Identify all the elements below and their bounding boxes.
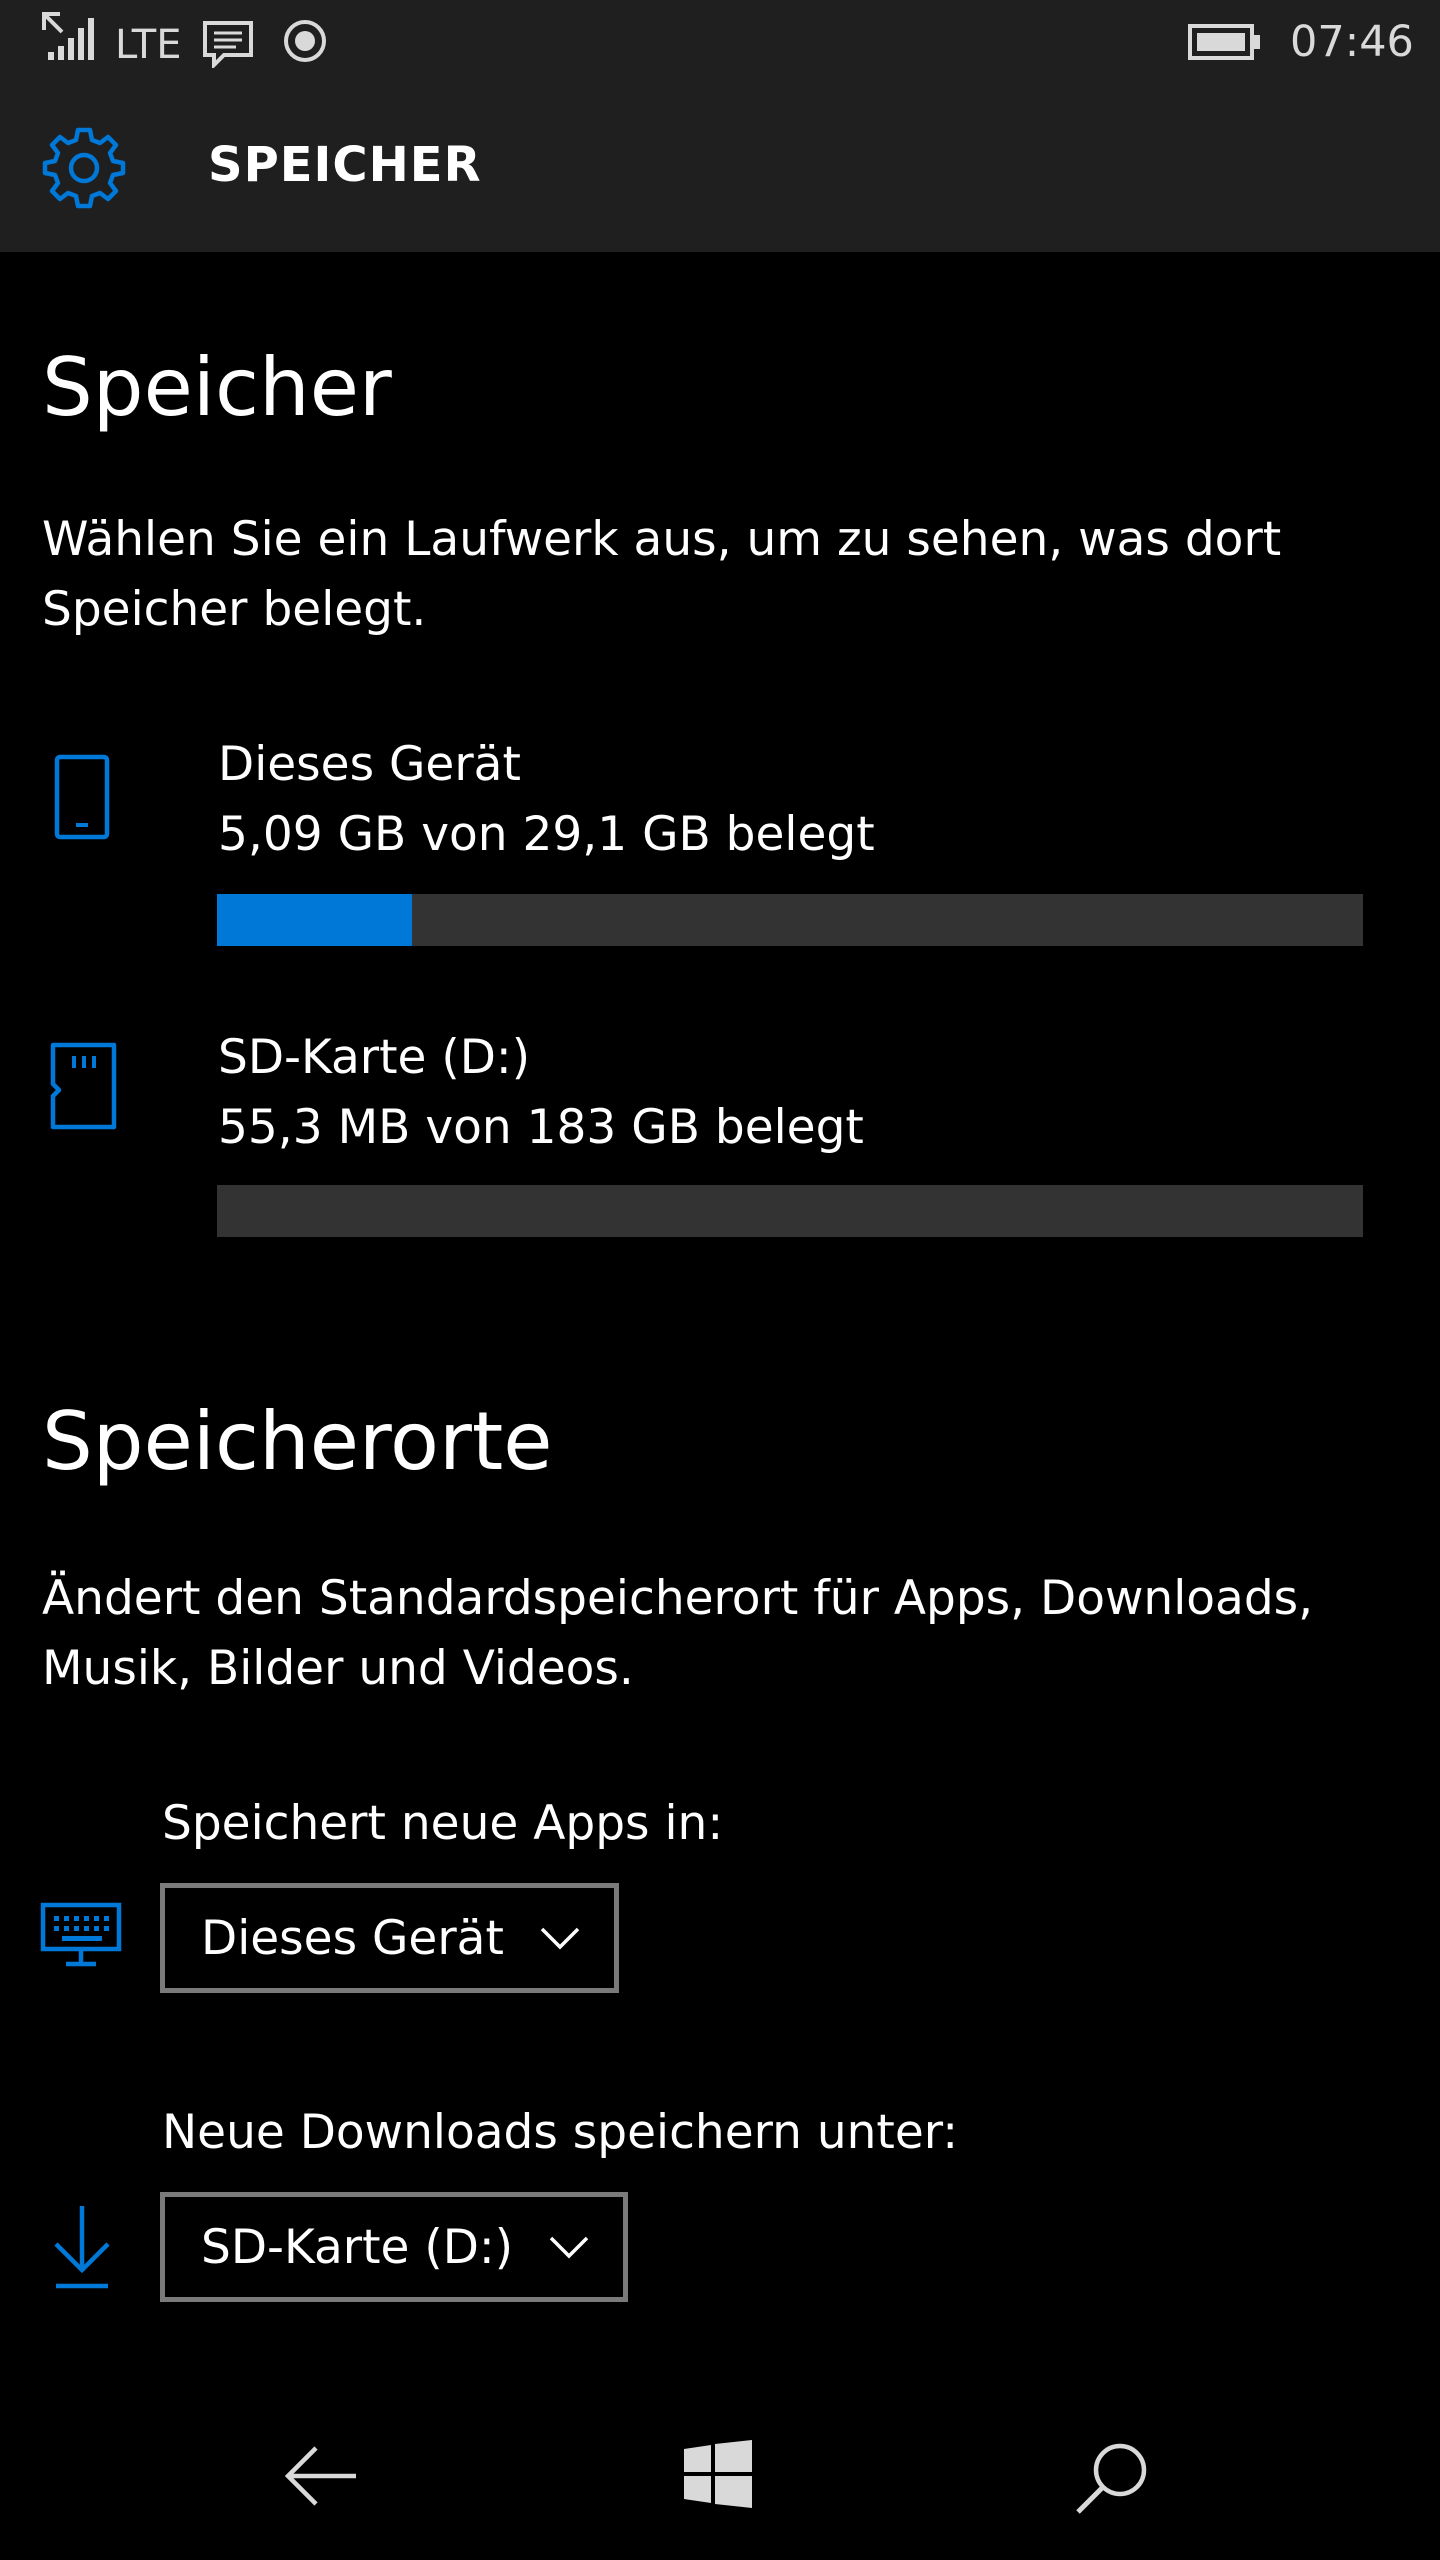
windows-icon[interactable]	[684, 2440, 752, 2508]
drive-item-sd-card[interactable]: SD-Karte (D:) 55,3 MB von 183 GB belegt	[30, 1020, 1410, 1250]
clock: 07:46	[1290, 17, 1414, 67]
app-header: SPEICHER	[0, 84, 1440, 252]
usage-bar	[217, 894, 1363, 946]
drive-name: SD-Karte (D:)	[218, 1030, 531, 1085]
drive-usage: 55,3 MB von 183 GB belegt	[218, 1100, 864, 1155]
locations-section-title: Speicherorte	[42, 1395, 553, 1488]
new-apps-location-label: Speichert neue Apps in:	[162, 1796, 724, 1851]
monitor-keyboard-icon	[40, 1902, 124, 1968]
new-apps-location-dropdown[interactable]: Dieses Gerät	[160, 1883, 619, 1993]
usage-bar	[217, 1185, 1363, 1237]
sd-card-icon	[50, 1042, 120, 1130]
chevron-down-icon	[540, 1926, 580, 1950]
back-arrow-icon[interactable]	[284, 2444, 360, 2508]
storage-description: Wählen Sie ein Laufwerk aus, um zu sehen…	[42, 512, 1282, 637]
network-type: LTE	[115, 22, 182, 68]
battery-icon	[1188, 22, 1262, 62]
locations-description: Ändert den Standardspeicherort für Apps,…	[42, 1571, 1314, 1696]
usage-bar-fill	[217, 894, 412, 946]
dropdown-selected-value: SD-Karte (D:)	[201, 2219, 514, 2275]
drive-item-this-device[interactable]: Dieses Gerät 5,09 GB von 29,1 GB belegt	[30, 730, 1410, 960]
search-icon[interactable]	[1074, 2440, 1150, 2516]
drive-usage: 5,09 GB von 29,1 GB belegt	[218, 807, 875, 862]
phone-icon	[54, 754, 114, 842]
new-downloads-location-label: Neue Downloads speichern unter:	[162, 2105, 959, 2160]
navigation-bar	[0, 2390, 1440, 2560]
page-header-title: SPEICHER	[208, 137, 482, 193]
message-icon	[202, 20, 254, 68]
dropdown-selected-value: Dieses Gerät	[201, 1910, 504, 1966]
new-downloads-location-dropdown[interactable]: SD-Karte (D:)	[160, 2192, 629, 2302]
status-bar: LTE 07:46	[0, 0, 1440, 84]
signal-strength-icon	[40, 10, 96, 62]
chevron-down-icon	[549, 2235, 589, 2259]
drive-name: Dieses Gerät	[218, 737, 521, 792]
download-icon	[52, 2202, 112, 2292]
gear-icon	[40, 124, 128, 212]
storage-section-title: Speicher	[42, 341, 392, 434]
location-icon	[282, 18, 328, 64]
